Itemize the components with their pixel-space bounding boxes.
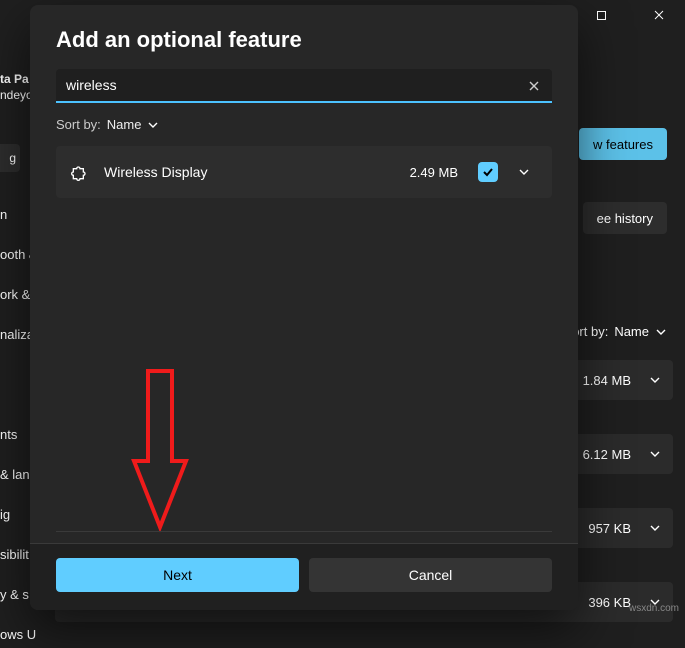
close-icon xyxy=(528,80,540,92)
feature-size: 2.49 MB xyxy=(410,165,458,180)
close-button[interactable] xyxy=(639,1,679,29)
feature-checkbox[interactable] xyxy=(478,162,498,182)
checkmark-icon xyxy=(482,166,494,178)
chevron-down-icon xyxy=(649,374,661,386)
feature-name: Wireless Display xyxy=(104,164,396,180)
nav-item[interactable]: ows U xyxy=(0,620,45,648)
header-buttons: w features xyxy=(579,128,667,160)
dialog-footer: Next Cancel xyxy=(30,543,578,610)
chevron-down-icon xyxy=(649,522,661,534)
user-account-label: ta Pa ndeyo xyxy=(0,72,33,103)
maximize-button[interactable] xyxy=(581,1,621,29)
feature-size: 6.12 MB xyxy=(583,447,631,462)
sort-control[interactable]: Sort by: Name xyxy=(56,117,552,132)
search-input[interactable] xyxy=(56,69,552,103)
chevron-down-icon xyxy=(649,448,661,460)
user-sub-fragment: ndeyo xyxy=(0,88,33,104)
sort-label: Sort by: xyxy=(56,117,101,132)
feature-size: 957 KB xyxy=(588,521,631,536)
feature-size: 396 KB xyxy=(588,595,631,610)
watermark-text: wsxdn.com xyxy=(629,603,679,614)
see-history-button[interactable]: ee history xyxy=(583,202,667,234)
expand-row-button[interactable] xyxy=(518,166,538,178)
background-sort-control[interactable]: ort by: Name xyxy=(572,324,667,339)
dialog-divider xyxy=(56,531,552,532)
feature-result-row[interactable]: Wireless Display 2.49 MB xyxy=(56,146,552,198)
annotation-arrow-icon xyxy=(130,367,190,537)
sort-value: Name xyxy=(614,324,649,339)
add-optional-feature-dialog: Add an optional feature Sort by: Name xyxy=(30,5,578,610)
see-history-row: ee history xyxy=(583,202,667,234)
view-features-button[interactable]: w features xyxy=(579,128,667,160)
sort-value: Name xyxy=(107,117,142,132)
dialog-title: Add an optional feature xyxy=(56,27,552,53)
puzzle-piece-icon xyxy=(70,162,90,182)
next-button[interactable]: Next xyxy=(56,558,299,592)
sidebar-search-fragment[interactable]: g xyxy=(0,144,20,172)
feature-size: 1.84 MB xyxy=(583,373,631,388)
chevron-down-icon xyxy=(518,166,538,178)
chevron-down-icon xyxy=(655,326,667,338)
clear-search-button[interactable] xyxy=(524,76,544,96)
chevron-down-icon xyxy=(147,119,159,131)
search-field-wrap xyxy=(56,69,552,103)
user-name-fragment: ta Pa xyxy=(0,72,33,88)
cancel-button[interactable]: Cancel xyxy=(309,558,552,592)
